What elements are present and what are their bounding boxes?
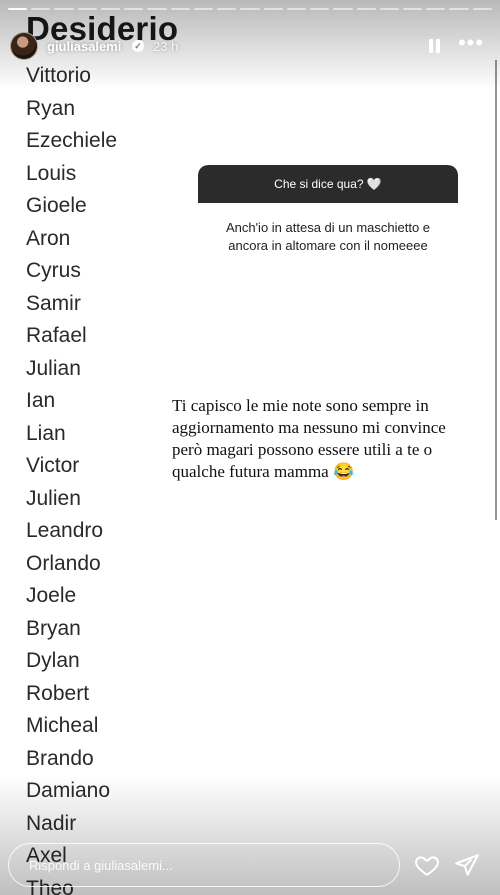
pause-icon[interactable] xyxy=(425,36,445,56)
heart-icon[interactable] xyxy=(414,852,440,878)
name-item: Damiano xyxy=(26,779,111,802)
name-item: Lian xyxy=(26,421,66,445)
progress-segment xyxy=(100,8,121,10)
reply-text: Ti capisco le mie note sono sempre in ag… xyxy=(172,396,446,481)
name-item: Victor xyxy=(26,454,80,477)
name-item: Cyrus xyxy=(26,259,81,282)
progress-segment xyxy=(77,8,97,10)
progress-segment xyxy=(217,8,237,10)
name-item: Julien xyxy=(26,486,81,510)
progress-segment xyxy=(31,8,51,10)
progress-segment xyxy=(426,8,446,10)
story-footer xyxy=(8,843,492,887)
name-item: Micheal xyxy=(26,714,99,737)
name-item: Brando xyxy=(26,746,94,770)
name-item: Aron xyxy=(26,226,71,250)
progress-segment xyxy=(170,8,190,10)
progress-segment xyxy=(379,8,399,10)
progress-segment xyxy=(356,8,376,10)
question-prompt: Che si dice qua? 🤍 xyxy=(198,165,458,203)
name-item: Julian xyxy=(26,356,81,380)
name-item: Dylan xyxy=(26,649,80,672)
question-sticker: Che si dice qua? 🤍 Anch'io in attesa di … xyxy=(198,165,458,277)
progress-segment xyxy=(286,8,307,10)
name-item: Vittorio xyxy=(26,64,91,87)
progress-segment xyxy=(472,8,492,10)
progress-segment xyxy=(310,8,330,10)
story-viewer: Desiderio Vittorio Ryan Ezechiele Louis Gioe… xyxy=(0,0,500,895)
name-item: Ezechiele xyxy=(26,129,118,152)
progress-segment xyxy=(449,8,469,10)
progress-segment xyxy=(147,8,167,10)
name-item: Ryan xyxy=(26,96,76,120)
names-list: Vittorio Ryan Ezechiele Louis Gioele Aron Cyru… xyxy=(26,60,117,895)
name-item: Robert xyxy=(26,681,90,705)
name-item: Rafael xyxy=(26,324,87,347)
question-answer: Anch'io in attesa di un maschietto e anc… xyxy=(225,220,431,253)
name-item: Leandro xyxy=(26,519,104,542)
name-item: Orlando xyxy=(26,551,101,575)
more-icon[interactable]: ••• xyxy=(456,32,486,58)
name-item: Gioele xyxy=(26,194,87,217)
name-item: Bryan xyxy=(26,616,81,640)
progress-segment xyxy=(402,8,423,10)
progress-segment xyxy=(8,8,28,10)
scroll-indicator xyxy=(495,60,497,520)
reply-input[interactable] xyxy=(8,843,400,887)
name-item: Louis xyxy=(26,161,77,185)
name-item: Nadir xyxy=(26,811,77,835)
name-item: Joele xyxy=(26,584,77,607)
name-item: Samir xyxy=(26,291,81,315)
username[interactable]: giuliasalemi xyxy=(47,39,121,54)
progress-segment xyxy=(193,8,214,10)
progress-segment xyxy=(54,8,74,10)
name-item: Ian xyxy=(26,389,56,412)
progress-segment xyxy=(333,8,353,10)
send-icon[interactable] xyxy=(454,852,480,878)
progress-segment xyxy=(263,8,283,10)
story-progress xyxy=(8,8,492,11)
verified-icon: ✓ xyxy=(132,40,144,52)
avatar[interactable] xyxy=(10,32,38,60)
progress-segment xyxy=(240,8,260,10)
post-time: 23 h xyxy=(153,39,179,54)
story-header: giuliasalemi ✓ 23 h ••• xyxy=(10,30,490,62)
progress-segment xyxy=(124,8,144,10)
